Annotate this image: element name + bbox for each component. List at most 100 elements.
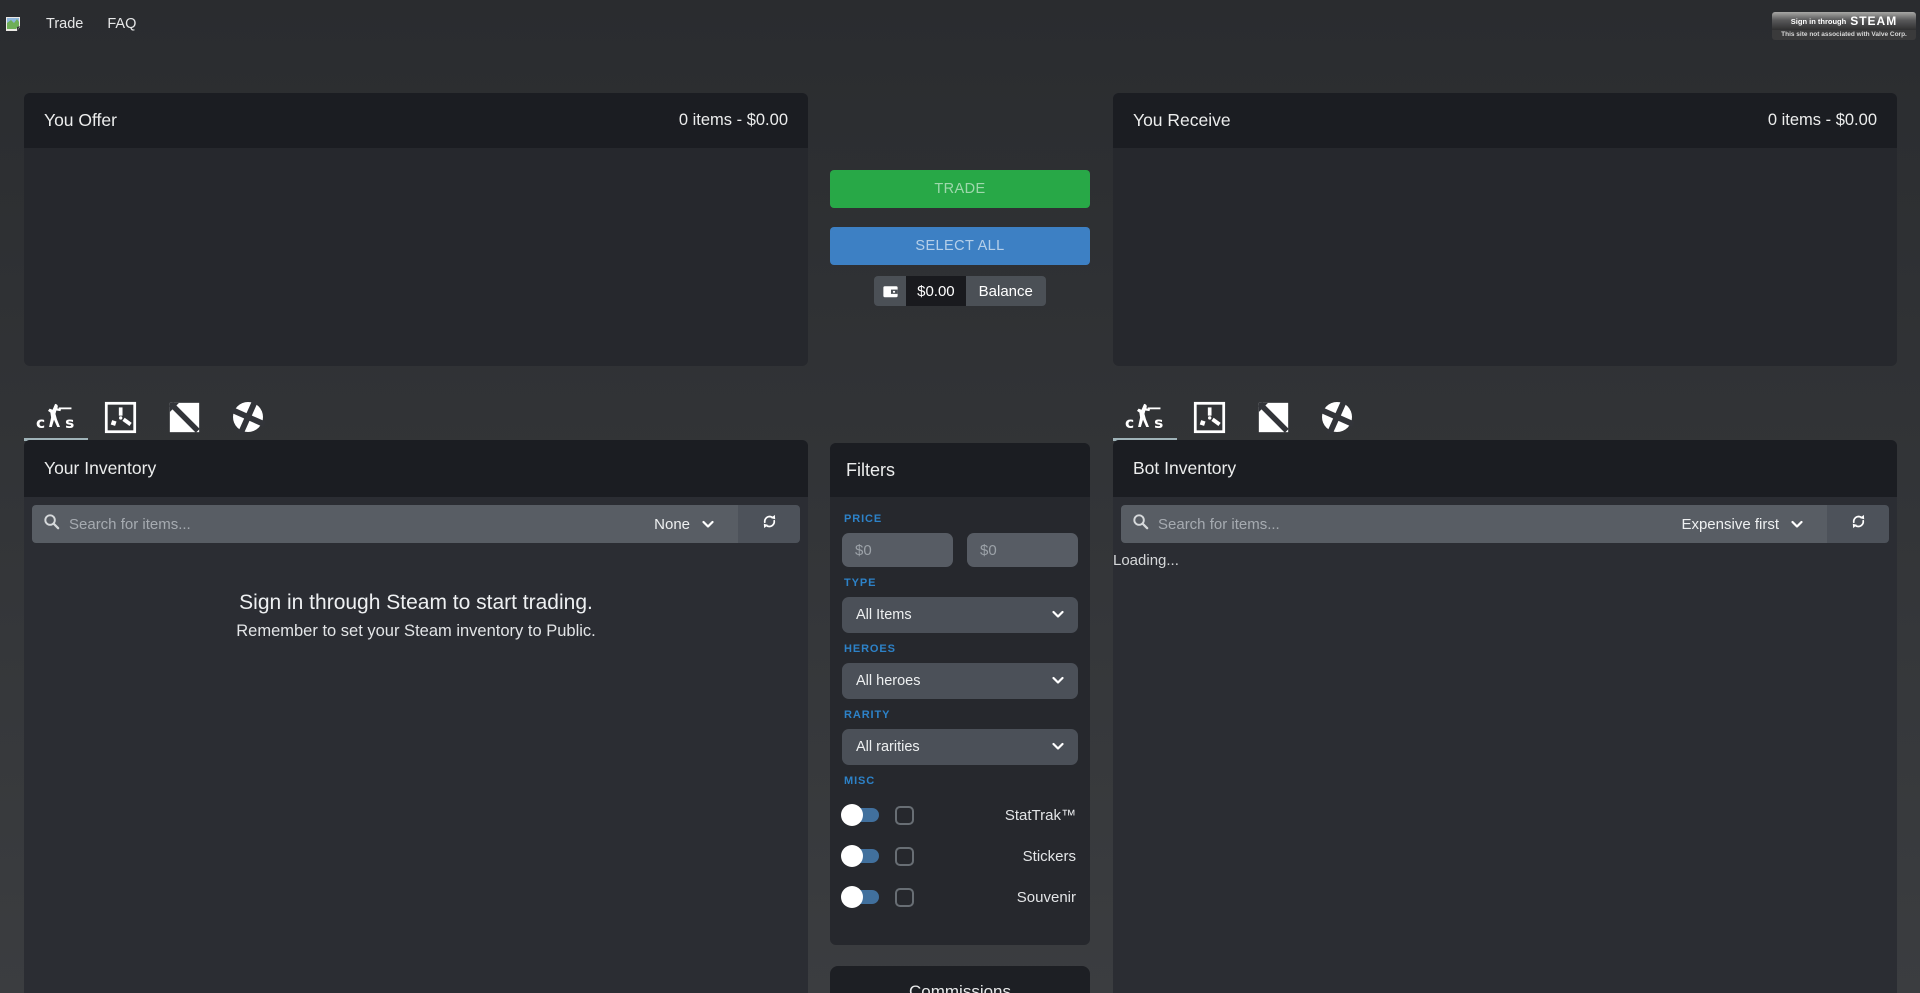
you-receive-panel: You Receive 0 items - $0.00 [1113,93,1897,366]
toggle-knob [841,886,863,908]
svg-text:c: c [1125,414,1134,432]
steam-brand-text: STEAM [1850,14,1897,28]
chevron-down-icon [1052,738,1064,756]
bot-inventory-title: Bot Inventory [1133,458,1236,479]
chevron-down-icon [1052,672,1064,690]
bot-tab-csgo[interactable]: c s [1113,396,1177,441]
your-inventory-search-input[interactable] [69,516,654,533]
trade-page: Trade FAQ Sign in through STEAM This sit… [0,0,1920,993]
search-icon [1131,512,1150,536]
bot-game-tabs: c s [1113,396,1369,441]
bot-tab-dota2[interactable] [1241,396,1305,441]
tab-rust[interactable] [88,396,152,441]
heroes-filter-label: HEROES [844,643,1078,655]
bot-inventory-search-row: Expensive first [1121,505,1889,543]
balance-chip: $0.00 Balance [830,276,1090,306]
broken-image-icon [4,15,22,33]
type-filter-label: TYPE [844,577,1078,589]
dota2-icon [1257,401,1290,434]
svg-text:s: s [1154,414,1163,432]
refresh-icon [760,512,779,536]
steam-disclaimer: This site not associated with Valve Corp… [1772,30,1916,40]
your-inventory-refresh-button[interactable] [738,505,800,543]
rust-icon [1193,401,1226,434]
balance-amount: $0.00 [906,276,966,306]
bot-tab-rust[interactable] [1177,396,1241,441]
commissions-title: Commissions [909,966,1011,993]
csgo-icon: c s [1125,400,1165,434]
steam-signin-top: Sign in through STEAM [1772,12,1916,30]
type-filter-value: All Items [856,607,1052,623]
bot-inventory-header: Bot Inventory [1113,440,1897,497]
stickers-checkbox[interactable] [895,847,914,866]
stattrak-toggle[interactable] [842,804,879,826]
toggle-knob [841,804,863,826]
bot-inventory-loading-status: Loading... [1113,552,1897,569]
your-inventory-search-bar: None [32,505,738,543]
balance-label: Balance [966,276,1046,306]
stickers-label: Stickers [1023,848,1076,865]
type-filter-select[interactable]: All Items [842,597,1078,633]
rarity-filter-select[interactable]: All rarities [842,729,1078,765]
heroes-filter-select[interactable]: All heroes [842,663,1078,699]
tab-csgo[interactable]: c s [24,396,88,441]
bot-inventory-refresh-button[interactable] [1827,505,1889,543]
you-receive-title: You Receive [1133,110,1231,131]
rust-icon [104,401,137,434]
bot-inventory-panel: Bot Inventory Expensive first [1113,440,1897,993]
misc-row-souvenir: Souvenir [842,884,1076,910]
stattrak-label: StatTrak™ [1005,807,1076,824]
your-game-tabs: c s [24,396,280,441]
stickers-toggle[interactable] [842,845,879,867]
steam-signin-prefix: Sign in through [1791,17,1846,26]
your-inventory-sort-value[interactable]: None [654,516,690,533]
chevron-down-icon[interactable] [702,520,714,529]
stattrak-checkbox[interactable] [895,806,914,825]
dota2-icon [168,401,201,434]
souvenir-checkbox[interactable] [895,888,914,907]
your-inventory-panel: Your Inventory None [24,440,808,993]
steam-signin-button[interactable]: Sign in through STEAM This site not asso… [1772,12,1916,40]
chevron-down-icon[interactable] [1791,520,1803,529]
commissions-panel: Commissions [830,966,1090,993]
your-inventory-header: Your Inventory [24,440,808,497]
search-icon [42,512,61,536]
misc-filter-label: MISC [844,775,1078,787]
nav-link-trade[interactable]: Trade [46,16,83,32]
filters-panel: Filters PRICE TYPE All Items HEROES All … [830,443,1090,945]
you-offer-header: You Offer 0 items - $0.00 [24,93,808,148]
top-navbar: Trade FAQ Sign in through STEAM This sit… [0,0,1920,48]
bot-inventory-search-input[interactable] [1158,516,1681,533]
price-min-input[interactable] [842,533,953,567]
csgo-icon: c s [36,400,76,434]
nav-link-faq[interactable]: FAQ [107,16,136,32]
signin-message-subtitle: Remember to set your Steam inventory to … [24,622,808,641]
svg-text:s: s [65,414,74,432]
bot-tab-tf2[interactable] [1305,396,1369,441]
misc-row-stattrak: StatTrak™ [842,802,1076,828]
price-inputs-row [842,533,1078,567]
souvenir-toggle[interactable] [842,886,879,908]
price-filter-label: PRICE [844,513,1078,525]
rarity-filter-value: All rarities [856,739,1052,755]
you-offer-panel: You Offer 0 items - $0.00 [24,93,808,366]
refresh-icon [1849,512,1868,536]
bot-inventory-search-bar: Expensive first [1121,505,1827,543]
trade-button[interactable]: TRADE [830,170,1090,208]
balance-chip-inner[interactable]: $0.00 Balance [874,276,1046,306]
you-offer-title: You Offer [44,110,117,131]
filters-body: PRICE TYPE All Items HEROES All heroes R… [830,497,1090,910]
bot-inventory-sort-value[interactable]: Expensive first [1681,516,1779,533]
filters-header: Filters [830,443,1090,497]
svg-text:c: c [36,414,45,432]
price-max-input[interactable] [967,533,1078,567]
wallet-icon [874,276,906,306]
rarity-filter-label: RARITY [844,709,1078,721]
tab-tf2[interactable] [216,396,280,441]
select-all-button[interactable]: SELECT ALL [830,227,1090,265]
toggle-knob [841,845,863,867]
signin-message: Sign in through Steam to start trading. … [24,591,808,641]
you-offer-summary: 0 items - $0.00 [679,111,788,130]
tab-dota2[interactable] [152,396,216,441]
heroes-filter-value: All heroes [856,673,1052,689]
